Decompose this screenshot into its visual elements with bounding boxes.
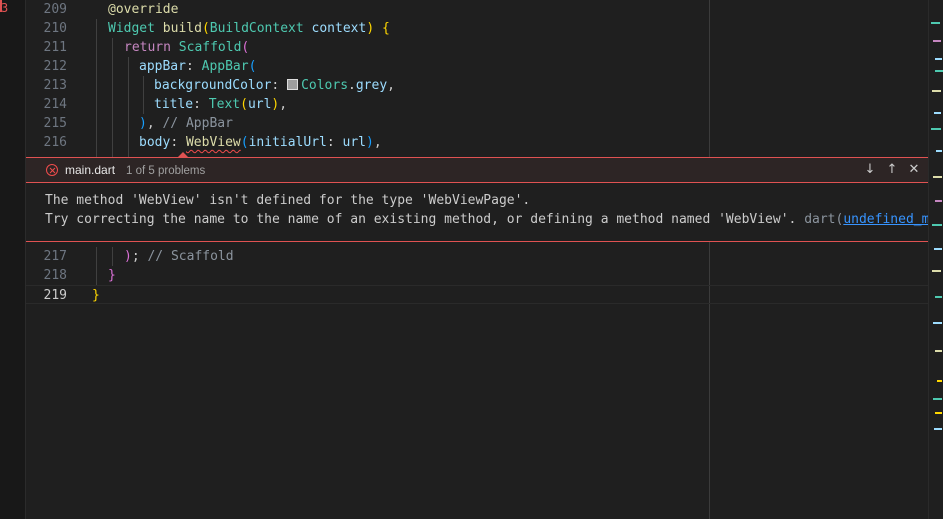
error-code-link[interactable]: undefined_method bbox=[843, 212, 928, 227]
peek-pointer bbox=[178, 152, 188, 157]
line-number: 217 bbox=[43, 249, 67, 264]
line-content: } bbox=[108, 266, 116, 285]
line-number: 211 bbox=[43, 40, 67, 55]
code-token: context bbox=[311, 21, 367, 36]
code-token: backgroundColor bbox=[154, 78, 272, 93]
code-token: ( bbox=[241, 40, 250, 55]
code-token: : bbox=[170, 135, 186, 150]
code-token: : bbox=[185, 59, 202, 74]
code-line[interactable]: 217); // Scaffold bbox=[26, 247, 928, 266]
code-token: WebView bbox=[185, 135, 241, 150]
line-content: Widget build(BuildContext context) { bbox=[108, 19, 390, 38]
code-token: ) bbox=[124, 249, 132, 264]
left-activity-strip: 3 bbox=[0, 0, 26, 519]
line-number: 219 bbox=[43, 288, 67, 303]
code-line[interactable]: 216 body: WebView(initialUrl: url), bbox=[26, 133, 928, 152]
line-number: 212 bbox=[43, 59, 67, 74]
previous-problem-button[interactable]: ↑ bbox=[884, 162, 900, 178]
code-token: { bbox=[381, 21, 390, 36]
problem-peek-widget: main.dart 1 of 5 problems ↓ ↑ ✕ The meth… bbox=[26, 152, 928, 242]
code-token: , bbox=[387, 78, 395, 93]
code-token: ; bbox=[131, 249, 148, 264]
error-marker bbox=[0, 0, 2, 12]
peek-file-name: main.dart bbox=[65, 163, 116, 177]
code-line[interactable]: 209 @override bbox=[26, 0, 928, 19]
code-token: ( bbox=[240, 135, 249, 150]
error-source: dart( bbox=[804, 212, 844, 227]
code-token: Text bbox=[208, 97, 241, 112]
line-content: @override bbox=[108, 0, 178, 19]
line-content: ), // AppBar bbox=[139, 114, 233, 133]
line-number: 215 bbox=[43, 116, 67, 131]
code-token: Widget bbox=[108, 21, 163, 36]
line-number: 218 bbox=[43, 268, 67, 283]
code-line[interactable]: 210 Widget build(BuildContext context) { bbox=[26, 19, 928, 38]
code-token: grey bbox=[355, 78, 388, 93]
line-number: 216 bbox=[43, 135, 67, 150]
code-token: ( bbox=[240, 97, 248, 112]
code-token: ) bbox=[366, 21, 382, 36]
code-token: build bbox=[162, 21, 202, 36]
code-token: } bbox=[92, 288, 100, 303]
minimap[interactable] bbox=[928, 0, 943, 519]
code-token: AppBar bbox=[201, 59, 249, 74]
peek-header: main.dart 1 of 5 problems ↓ ↑ ✕ bbox=[26, 158, 928, 183]
code-token: , bbox=[279, 97, 288, 112]
code-line[interactable]: 218} bbox=[26, 266, 928, 285]
code-line[interactable]: 213 backgroundColor: Colors.grey, bbox=[26, 76, 928, 95]
code-token: ) bbox=[366, 135, 374, 150]
code-token: @override bbox=[108, 2, 179, 17]
code-token: . bbox=[348, 78, 356, 93]
line-number: 210 bbox=[43, 21, 67, 36]
line-content: backgroundColor: Colors.grey, bbox=[154, 76, 395, 95]
line-content: body: WebView(initialUrl: url), bbox=[139, 133, 382, 152]
code-token: : bbox=[271, 78, 288, 93]
color-swatch[interactable] bbox=[287, 79, 299, 90]
error-icon bbox=[46, 164, 58, 176]
code-token: ( bbox=[248, 59, 257, 74]
code-token: return bbox=[124, 40, 179, 55]
line-content: return Scaffold( bbox=[124, 38, 249, 57]
code-token: // Scaffold bbox=[147, 249, 234, 264]
line-content: } bbox=[92, 286, 100, 305]
code-token: title bbox=[154, 97, 194, 112]
code-token: Colors bbox=[301, 78, 349, 93]
code-token: body bbox=[139, 135, 171, 150]
code-token: , bbox=[146, 116, 163, 131]
line-content: ); // Scaffold bbox=[124, 247, 234, 266]
line-number: 214 bbox=[43, 97, 67, 112]
error-message-line-1: The method 'WebView' isn't defined for t… bbox=[45, 193, 531, 208]
close-peek-button[interactable]: ✕ bbox=[906, 162, 922, 178]
current-code-line[interactable]: 219} bbox=[26, 285, 928, 304]
code-line[interactable]: 212 appBar: AppBar( bbox=[26, 57, 928, 76]
code-token: url bbox=[342, 135, 367, 150]
line-number: 209 bbox=[43, 2, 67, 17]
line-content: appBar: AppBar( bbox=[139, 57, 256, 76]
line-content: title: Text(url), bbox=[154, 95, 287, 114]
code-token: : bbox=[193, 97, 209, 112]
line-number: 213 bbox=[43, 78, 67, 93]
code-token: url bbox=[247, 97, 272, 112]
code-token: // AppBar bbox=[162, 116, 233, 131]
code-token: } bbox=[108, 268, 116, 283]
code-token: Scaffold bbox=[178, 40, 242, 55]
code-token: appBar bbox=[139, 59, 186, 74]
code-line[interactable]: 215), // AppBar bbox=[26, 114, 928, 133]
code-token: ( bbox=[201, 21, 210, 36]
code-token: , bbox=[373, 135, 382, 150]
code-token: : bbox=[326, 135, 343, 150]
code-line[interactable]: 214 title: Text(url), bbox=[26, 95, 928, 114]
code-token: ) bbox=[139, 116, 147, 131]
error-message-text: Try correcting the name to the name of a… bbox=[45, 212, 797, 227]
code-token: BuildContext bbox=[209, 21, 312, 36]
problem-counter: 1 of 5 problems bbox=[126, 165, 206, 177]
error-message-line-2: Try correcting the name to the name of a… bbox=[45, 210, 928, 229]
code-line[interactable]: 211 return Scaffold( bbox=[26, 38, 928, 57]
next-problem-button[interactable]: ↓ bbox=[862, 162, 878, 178]
code-token: initialUrl bbox=[248, 135, 327, 150]
